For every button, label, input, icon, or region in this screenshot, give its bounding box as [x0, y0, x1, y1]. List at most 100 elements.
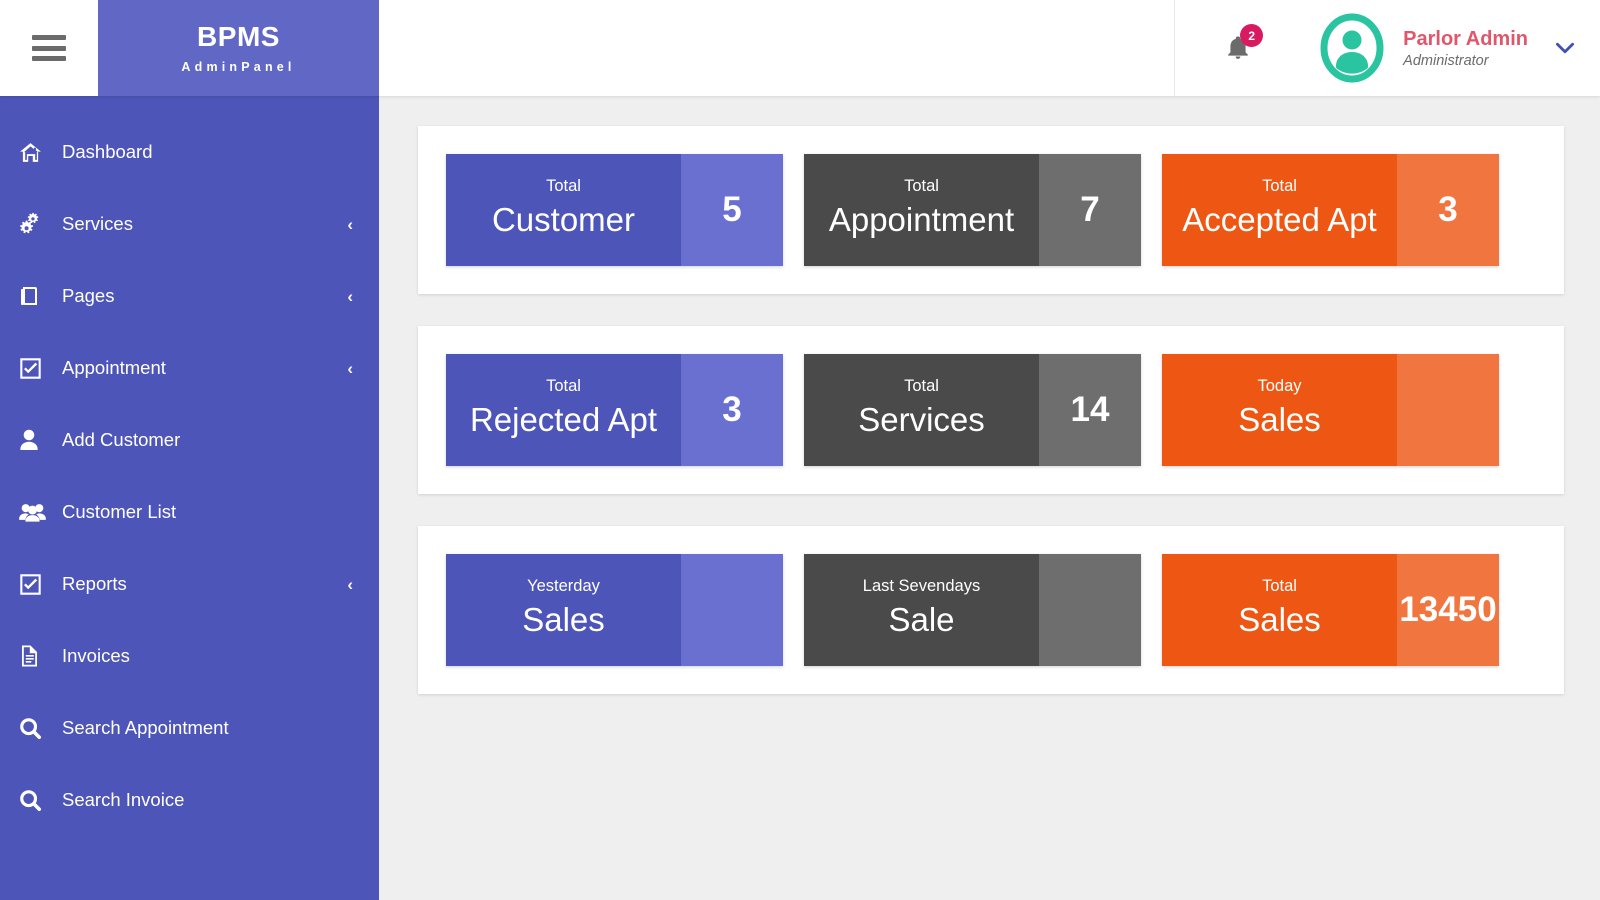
sidebar-item-label: Search Appointment: [62, 717, 229, 738]
sidebar-item-services[interactable]: Services ‹: [0, 198, 379, 250]
admin-dashboard-page: BPMS AdminPanel 2 Parlor Admin Administr…: [0, 0, 1600, 900]
stat-card-period: Total: [546, 376, 581, 395]
sidebar-toggle-button[interactable]: [0, 0, 98, 96]
user-name: Parlor Admin: [1403, 28, 1528, 50]
sidebar-item-reports[interactable]: Reports ‹: [0, 558, 379, 610]
sidebar-item-invoices[interactable]: Invoices: [0, 630, 379, 682]
stat-card-title: Customer: [491, 200, 636, 238]
stat-card-title: Sales: [1238, 400, 1321, 438]
stat-card-yesterday-sales[interactable]: Yesterday Sales: [446, 554, 783, 666]
stat-card-period: Total: [904, 376, 939, 395]
stat-card-value-area: 7: [1039, 154, 1141, 266]
stat-card-label-area: Total Services: [804, 354, 1039, 466]
sidebar-item-search-invoice[interactable]: Search Invoice: [0, 774, 379, 826]
check-square-icon: [18, 572, 52, 597]
stat-card-label-area: Total Appointment: [804, 154, 1039, 266]
brand-subtitle: AdminPanel: [181, 59, 296, 74]
gears-icon: [18, 212, 52, 237]
stat-card-label-area: Today Sales: [1162, 354, 1397, 466]
stat-card-value-area: 3: [681, 354, 783, 466]
user-icon: [18, 428, 52, 452]
stat-card-label-area: Total Rejected Apt: [446, 354, 681, 466]
stat-card-value: 3: [722, 390, 742, 429]
stat-card-period: Total: [1262, 576, 1297, 595]
user-menu[interactable]: Parlor Admin Administrator: [1317, 13, 1578, 83]
stat-card-period: Last Sevendays: [862, 576, 981, 595]
search-icon: [18, 716, 52, 741]
sidebar-item-label: Pages: [62, 285, 115, 306]
stat-card-period: Total: [904, 176, 939, 195]
stat-card-title: Accepted Apt: [1182, 200, 1377, 238]
users-icon: [18, 500, 52, 524]
sidebar-item-customer-list[interactable]: Customer List: [0, 486, 379, 538]
stat-card-value-area: 13450: [1397, 554, 1499, 666]
stat-card-value-area: [1397, 354, 1499, 466]
brand-logo[interactable]: BPMS AdminPanel: [98, 0, 379, 96]
chevron-down-icon[interactable]: [1552, 35, 1578, 61]
stat-card-total-customer[interactable]: Total Customer 5: [446, 154, 783, 266]
home-icon: [18, 140, 52, 165]
sidebar-item-label: Search Invoice: [62, 789, 185, 810]
check-square-icon: [18, 356, 52, 381]
topbar-spacer: [379, 0, 1175, 96]
stat-card-total-appointment[interactable]: Total Appointment 7: [804, 154, 1141, 266]
stat-card-value-area: [1039, 554, 1141, 666]
top-navigation-bar: BPMS AdminPanel 2 Parlor Admin Administr…: [0, 0, 1600, 96]
sidebar-item-label: Dashboard: [62, 141, 153, 162]
sidebar-item-caret: ‹: [347, 214, 353, 234]
stat-card-last-sevendays-sale[interactable]: Last Sevendays Sale: [804, 554, 1141, 666]
notification-count-badge: 2: [1240, 24, 1264, 47]
sidebar-item-search-appointment[interactable]: Search Appointment: [0, 702, 379, 754]
stat-card-title: Services: [858, 400, 985, 438]
stat-card-label-area: Total Sales: [1162, 554, 1397, 666]
user-avatar-icon: [1320, 13, 1384, 83]
sidebar-item-label: Invoices: [62, 645, 130, 666]
sidebar-item-label: Customer List: [62, 501, 177, 522]
search-icon: [18, 788, 52, 813]
file-text-icon: [18, 644, 52, 668]
stat-card-title: Sale: [888, 600, 955, 638]
sidebar-item-label: Services: [62, 213, 133, 234]
sidebar-item-pages[interactable]: Pages ‹: [0, 270, 379, 322]
sidebar-item-appointment[interactable]: Appointment ‹: [0, 342, 379, 394]
stat-card-label-area: Yesterday Sales: [446, 554, 681, 666]
sidebar-item-dashboard[interactable]: Dashboard: [0, 126, 379, 178]
hamburger-icon: [32, 35, 66, 61]
topbar-right-section: 2 Parlor Admin Administrator: [1174, 0, 1600, 96]
sidebar-item-add-customer[interactable]: Add Customer: [0, 414, 379, 466]
stat-card-label-area: Total Customer: [446, 154, 681, 266]
stat-card-value: 13450: [1399, 590, 1497, 629]
book-icon: [18, 284, 52, 308]
stat-card-value: 5: [722, 190, 742, 229]
stat-card-value-area: 14: [1039, 354, 1141, 466]
stats-panel-row-2: Total Rejected Apt 3 Total Services 14 T…: [418, 326, 1564, 494]
stat-card-value-area: 5: [681, 154, 783, 266]
sidebar-item-caret: ‹: [347, 286, 353, 306]
sidebar-item-label: Appointment: [62, 357, 166, 378]
stat-card-total-accepted-apt[interactable]: Total Accepted Apt 3: [1162, 154, 1499, 266]
sidebar-item-caret: ‹: [347, 574, 353, 594]
sidebar-item-caret: ‹: [347, 358, 353, 378]
stat-card-label-area: Last Sevendays Sale: [804, 554, 1039, 666]
stat-card-value-area: [681, 554, 783, 666]
stat-card-total-sales[interactable]: Total Sales 13450: [1162, 554, 1499, 666]
stats-panel-row-1: Total Customer 5 Total Appointment 7 Tot…: [418, 126, 1564, 294]
sidebar-navigation: Dashboard Services ‹ Pages ‹ Appointment…: [0, 96, 379, 900]
stat-card-title: Appointment: [828, 200, 1015, 238]
stat-card-title: Sales: [522, 600, 605, 638]
notifications-button[interactable]: 2: [1211, 21, 1265, 75]
stat-card-period: Total: [1262, 176, 1297, 195]
stat-card-today-sales[interactable]: Today Sales: [1162, 354, 1499, 466]
stat-card-value: 7: [1080, 190, 1100, 229]
stat-card-value: 14: [1070, 390, 1110, 429]
brand-title: BPMS: [197, 21, 280, 53]
sidebar-item-label: Add Customer: [62, 429, 181, 450]
stats-panel-row-3: Yesterday Sales Last Sevendays Sale Tota…: [418, 526, 1564, 694]
user-info: Parlor Admin Administrator: [1403, 27, 1528, 69]
stat-card-period: Total: [546, 176, 581, 195]
stat-card-total-rejected-apt[interactable]: Total Rejected Apt 3: [446, 354, 783, 466]
stat-card-value: 3: [1438, 190, 1458, 229]
stat-card-value-area: 3: [1397, 154, 1499, 266]
sidebar-item-label: Reports: [62, 573, 127, 594]
stat-card-total-services[interactable]: Total Services 14: [804, 354, 1141, 466]
